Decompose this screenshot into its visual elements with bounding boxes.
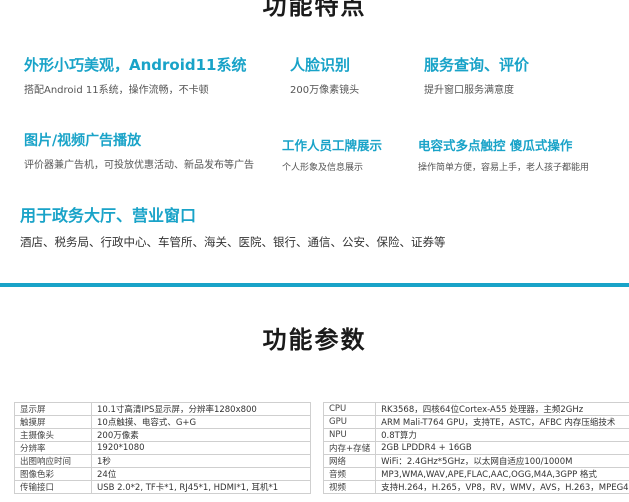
feature-ad-playback: 图片/视频广告播放 评价器兼广告机，可投放优惠活动、新品发布等广告 <box>24 130 254 171</box>
feature-touch: 电容式多点触控 傻瓜式操作 操作简单方便，容易上手，老人孩子都能用 <box>418 135 589 173</box>
spec-key: 网络 <box>322 454 377 468</box>
spec-value: 24位 <box>91 467 311 481</box>
table-row: 显示屏 10.1寸高清IPS显示屏，分辨率1280x800 <box>14 402 311 416</box>
spec-key: CPU <box>322 402 377 416</box>
table-row: 传输接口 USB 2.0*2, TF卡*1, RJ45*1, HDMI*1, 耳机… <box>14 480 311 494</box>
feature-title: 用于政务大厅、营业窗口 <box>20 206 197 225</box>
feature-desc: 酒店、税务局、行政中心、车管所、海关、医院、银行、通信、公安、保险、证券等 <box>20 235 446 249</box>
table-row: 视频 支持H.264，H.265，VP8，RV，WMV，AVS，H.263，MPE… <box>322 480 629 494</box>
spec-value: 0.8T算力 <box>375 428 629 442</box>
params-title: 功能参数 <box>262 326 367 354</box>
spec-key: 出图响应时间 <box>14 454 92 468</box>
feature-use-cases: 用于政务大厅、营业窗口 酒店、税务局、行政中心、车管所、海关、医院、银行、通信、… <box>20 202 446 250</box>
table-row: 分辨率 1920*1080 <box>14 441 311 455</box>
spec-value: 1920*1080 <box>91 441 311 455</box>
table-row: 触摸屏 10点触摸、电容式、G+G <box>14 415 311 429</box>
feature-desc: 个人形象及信息展示 <box>282 163 364 173</box>
spec-table-left: 显示屏 10.1寸高清IPS显示屏，分辨率1280x800 触摸屏 10点触摸、电容… <box>14 402 311 494</box>
spec-table-right: CPU RK3568，四核64位Cortex-A55 处理器，主频2GHz GPU… <box>322 402 629 494</box>
spec-value: 2GB LPDDR4 + 16GB <box>375 441 629 455</box>
table-row: 内存+存储 2GB LPDDR4 + 16GB <box>322 441 629 455</box>
spec-key: 分辨率 <box>14 441 92 455</box>
feature-desc: 搭配Android 11系统，操作流畅，不卡顿 <box>24 85 209 96</box>
table-row: NPU 0.8T算力 <box>322 428 629 442</box>
features-title: 功能特点 <box>262 0 367 20</box>
spec-key: 触摸屏 <box>14 415 92 429</box>
spec-key: 传输接口 <box>14 480 92 494</box>
section-divider <box>0 283 629 287</box>
spec-value: 200万像素 <box>91 428 311 442</box>
spec-value: 10点触摸、电容式、G+G <box>91 415 311 429</box>
feature-desc: 操作简单方便，容易上手，老人孩子都能用 <box>418 163 590 173</box>
table-row: CPU RK3568，四核64位Cortex-A55 处理器，主频2GHz <box>322 402 629 416</box>
spec-key: GPU <box>322 415 377 429</box>
table-row: 音频 MP3,WMA,WAV,APE,FLAC,AAC,OGG,M4A,3GPP … <box>322 467 629 481</box>
feature-staff-badge: 工作人员工牌展示 个人形象及信息展示 <box>282 135 382 173</box>
feature-service-query: 服务查询、评价 提升窗口服务满意度 <box>424 54 529 96</box>
spec-value: 10.1寸高清IPS显示屏，分辨率1280x800 <box>91 402 311 416</box>
feature-title: 外形小巧美观，Android11系统 <box>24 56 247 74</box>
feature-desc: 提升窗口服务满意度 <box>424 85 514 96</box>
feature-desc: 200万像素镜头 <box>290 85 360 96</box>
feature-title: 服务查询、评价 <box>424 56 530 74</box>
feature-desc: 评价器兼广告机，可投放优惠活动、新品发布等广告 <box>24 160 254 171</box>
spec-key: 音频 <box>322 467 377 481</box>
spec-value: 1秒 <box>91 454 311 468</box>
feature-android: 外形小巧美观，Android11系统 搭配Android 11系统，操作流畅，不… <box>24 54 246 96</box>
spec-value: 支持H.264，H.265，VP8，RV，WMV，AVS，H.263，MPEG4… <box>375 480 629 494</box>
spec-value: MP3,WMA,WAV,APE,FLAC,AAC,OGG,M4A,3GPP 格式 <box>375 467 629 481</box>
spec-value: RK3568，四核64位Cortex-A55 处理器，主频2GHz <box>375 402 629 416</box>
spec-value: USB 2.0*2, TF卡*1, RJ45*1, HDMI*1, 耳机*1 <box>91 480 311 494</box>
feature-face-recognition: 人脸识别 200万像素镜头 <box>290 54 359 96</box>
table-row: 主摄像头 200万像素 <box>14 428 311 442</box>
spec-key: 图像色彩 <box>14 467 92 481</box>
spec-value: WiFi：2.4GHz*5GHz，以太网自适应100/1000M <box>375 454 629 468</box>
table-row: 网络 WiFi：2.4GHz*5GHz，以太网自适应100/1000M <box>322 454 629 468</box>
table-row: 出图响应时间 1秒 <box>14 454 311 468</box>
spec-key: 内存+存储 <box>322 441 377 455</box>
feature-title: 图片/视频广告播放 <box>24 133 142 149</box>
spec-value: ARM Mali-T764 GPU，支持TE，ASTC，AFBC 内存压缩技术 <box>375 415 629 429</box>
spec-key: 主摄像头 <box>14 428 92 442</box>
table-row: GPU ARM Mali-T764 GPU，支持TE，ASTC，AFBC 内存压缩… <box>322 415 629 429</box>
table-row: 图像色彩 24位 <box>14 467 311 481</box>
feature-title: 电容式多点触控 傻瓜式操作 <box>418 138 573 153</box>
spec-key: 视频 <box>322 480 377 494</box>
feature-title: 工作人员工牌展示 <box>282 138 383 153</box>
spec-tables: 显示屏 10.1寸高清IPS显示屏，分辨率1280x800 触摸屏 10点触摸、电容… <box>0 400 629 502</box>
feature-title: 人脸识别 <box>290 56 351 74</box>
spec-key: 显示屏 <box>14 402 92 416</box>
spec-key: NPU <box>322 428 377 442</box>
